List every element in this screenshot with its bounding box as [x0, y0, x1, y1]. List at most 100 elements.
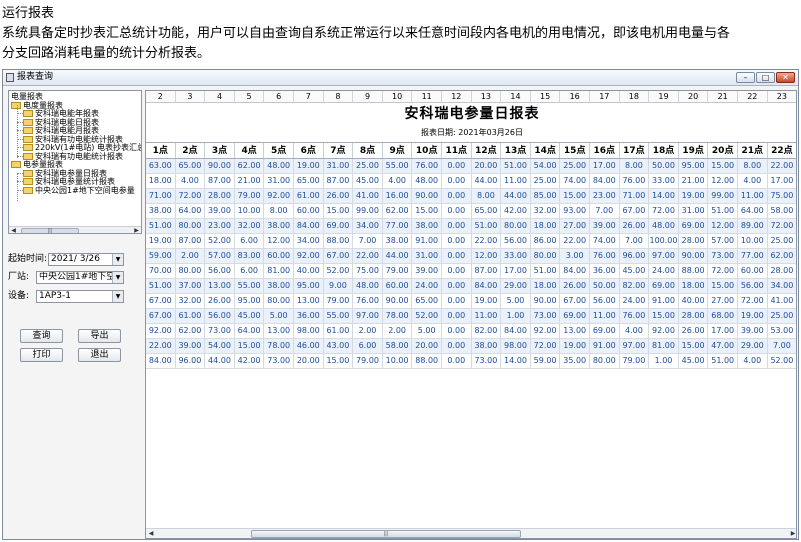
table-cell[interactable]: 4.00: [620, 324, 650, 338]
table-cell[interactable]: 45.00: [620, 264, 650, 278]
table-cell[interactable]: 92.00: [264, 189, 294, 203]
table-cell[interactable]: 86.00: [531, 234, 561, 248]
table-cell[interactable]: 62.00: [768, 249, 796, 263]
table-cell[interactable]: 0.00: [442, 204, 472, 218]
table-cell[interactable]: 32.00: [235, 219, 265, 233]
table-cell[interactable]: 38.00: [146, 204, 176, 218]
table-cell[interactable]: 33.00: [649, 174, 679, 188]
table-cell[interactable]: 61.00: [176, 309, 206, 323]
table-cell[interactable]: 96.00: [176, 354, 206, 368]
table-cell[interactable]: 34.00: [768, 279, 796, 293]
table-cell[interactable]: 37.00: [176, 279, 206, 293]
table-cell[interactable]: 68.00: [708, 309, 738, 323]
start-time-picker[interactable]: 2021/ 3/26 ▼: [48, 252, 124, 266]
table-cell[interactable]: 51.00: [708, 354, 738, 368]
table-cell[interactable]: 54.00: [531, 159, 561, 173]
table-cell[interactable]: 25.00: [531, 174, 561, 188]
table-cell[interactable]: 15.00: [708, 279, 738, 293]
table-cell[interactable]: 55.00: [324, 309, 354, 323]
table-cell[interactable]: 64.00: [176, 204, 206, 218]
table-cell[interactable]: 32.00: [176, 294, 206, 308]
table-cell[interactable]: 26.00: [620, 219, 650, 233]
tree-item[interactable]: 安科瑞电能年报表: [17, 109, 99, 118]
column-number[interactable]: 13: [472, 91, 502, 103]
table-cell[interactable]: 97.00: [620, 339, 650, 353]
close-icon[interactable]: ✕: [776, 72, 795, 83]
table-cell[interactable]: 67.00: [146, 294, 176, 308]
table-cell[interactable]: 15.00: [649, 309, 679, 323]
table-cell[interactable]: 61.00: [294, 189, 324, 203]
table-cell[interactable]: 1.00: [649, 354, 679, 368]
table-cell[interactable]: 28.00: [768, 264, 796, 278]
chevron-down-icon[interactable]: ▼: [112, 271, 123, 283]
table-cell[interactable]: 87.00: [176, 234, 206, 248]
table-cell[interactable]: 76.00: [620, 174, 650, 188]
table-cell[interactable]: 73.00: [531, 309, 561, 323]
table-cell[interactable]: 51.00: [472, 219, 502, 233]
table-cell[interactable]: 6.00: [353, 339, 383, 353]
table-cell[interactable]: 13.00: [560, 324, 590, 338]
table-cell[interactable]: 72.00: [708, 264, 738, 278]
column-number[interactable]: 9: [353, 91, 383, 103]
table-cell[interactable]: 44.00: [472, 174, 502, 188]
table-cell[interactable]: 73.00: [205, 324, 235, 338]
table-cell[interactable]: 69.00: [560, 309, 590, 323]
table-cell[interactable]: 21.00: [679, 174, 709, 188]
table-cell[interactable]: 39.00: [205, 204, 235, 218]
table-cell[interactable]: 10.00: [383, 354, 413, 368]
table-row[interactable]: 51.00 80.00 23.00 32.00 38.00 84.00 69.00 34.00…: [146, 219, 796, 234]
table-cell[interactable]: 19.00: [146, 234, 176, 248]
table-cell[interactable]: 13.00: [205, 279, 235, 293]
table-cell[interactable]: 74.00: [590, 234, 620, 248]
table-cell[interactable]: 38.00: [472, 339, 502, 353]
table-cell[interactable]: 54.00: [205, 339, 235, 353]
tree-item[interactable]: 电参量报表: [11, 160, 63, 169]
column-number[interactable]: 8: [324, 91, 354, 103]
table-cell[interactable]: 70.00: [146, 264, 176, 278]
table-cell[interactable]: 90.00: [205, 159, 235, 173]
table-cell[interactable]: 24.00: [412, 279, 442, 293]
table-row[interactable]: 67.00 32.00 26.00 95.00 80.00 13.00 79.00 76.00…: [146, 294, 796, 309]
table-cell[interactable]: 57.00: [708, 234, 738, 248]
table-cell[interactable]: 57.00: [205, 249, 235, 263]
table-cell[interactable]: 48.00: [353, 279, 383, 293]
table-cell[interactable]: 64.00: [235, 324, 265, 338]
table-cell[interactable]: 95.00: [235, 294, 265, 308]
table-cell[interactable]: 60.00: [383, 279, 413, 293]
table-cell[interactable]: 11.00: [472, 309, 502, 323]
table-cell[interactable]: 90.00: [412, 189, 442, 203]
table-cell[interactable]: 26.00: [205, 294, 235, 308]
table-cell[interactable]: 95.00: [679, 159, 709, 173]
chevron-down-icon[interactable]: ▼: [112, 253, 123, 265]
print-button[interactable]: 打印: [20, 348, 63, 362]
scroll-thumb[interactable]: |||: [251, 530, 521, 538]
table-cell[interactable]: 98.00: [501, 339, 531, 353]
tree-item[interactable]: 安科瑞电能月报表: [17, 126, 99, 135]
column-number[interactable]: 6: [264, 91, 294, 103]
table-cell[interactable]: 59.00: [531, 354, 561, 368]
tree-item[interactable]: 安科瑞有功电能统计报表: [17, 152, 123, 161]
table-cell[interactable]: 85.00: [531, 189, 561, 203]
table-cell[interactable]: 20.00: [412, 339, 442, 353]
table-cell[interactable]: 0.00: [442, 279, 472, 293]
table-cell[interactable]: 76.00: [590, 249, 620, 263]
table-cell[interactable]: 90.00: [383, 294, 413, 308]
table-cell[interactable]: 0.00: [442, 219, 472, 233]
table-cell[interactable]: 12.00: [472, 249, 502, 263]
table-cell[interactable]: 62.00: [383, 204, 413, 218]
table-cell[interactable]: 56.00: [501, 234, 531, 248]
table-cell[interactable]: 91.00: [412, 234, 442, 248]
table-row[interactable]: 19.00 87.00 52.00 6.00 12.00 34.00 88.00 7.00 38…: [146, 234, 796, 249]
table-cell[interactable]: 73.00: [472, 354, 502, 368]
grid-horizontal-scrollbar[interactable]: ◀ ||| ▶: [146, 528, 796, 538]
table-cell[interactable]: 18.00: [679, 279, 709, 293]
table-cell[interactable]: 39.00: [176, 339, 206, 353]
table-cell[interactable]: 31.00: [324, 159, 354, 173]
column-number[interactable]: 11: [412, 91, 442, 103]
table-cell[interactable]: 3.00: [560, 249, 590, 263]
column-number[interactable]: 3: [176, 91, 206, 103]
table-cell[interactable]: 21.00: [235, 174, 265, 188]
table-cell[interactable]: 90.00: [679, 249, 709, 263]
table-cell[interactable]: 90.00: [531, 294, 561, 308]
column-number[interactable]: 17: [590, 91, 620, 103]
